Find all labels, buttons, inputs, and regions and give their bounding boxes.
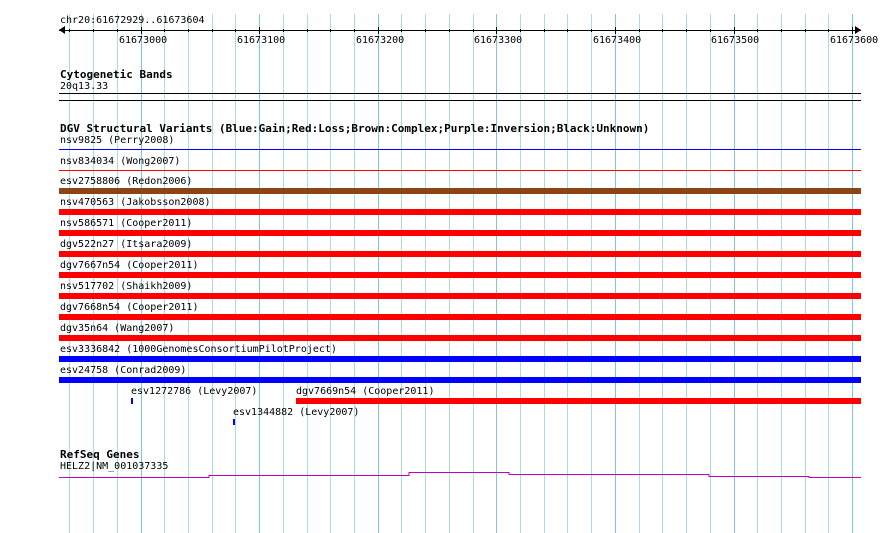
variant-label[interactable]: nsv517702 (Shaikh2009) [60,281,192,293]
ruler-minor-tick [354,29,355,32]
scroll-left-arrow-icon[interactable] [59,26,65,34]
ruler-minor-tick [69,29,70,32]
ruler-major-tick [259,27,260,34]
ruler-minor-tick [93,29,94,32]
variant-bar[interactable] [59,272,861,278]
ruler-tick-label: 61673600 [830,35,878,46]
ruler-range-label: chr20:61672929..61673604 [60,15,205,26]
variant-label[interactable]: nsv586571 (Cooper2011) [60,218,192,230]
variant-label[interactable]: dgv522n27 (Itsara2009) [60,239,192,251]
variant-bar[interactable] [59,230,861,236]
ruler-minor-tick [828,29,829,32]
variant-label[interactable]: esv3336842 (1000GenomesConsortiumPilotPr… [60,344,337,356]
ruler-tick-label: 61673400 [593,35,642,46]
variant-label[interactable]: nsv834034 (Wong2007) [60,156,180,168]
ruler-minor-tick [212,29,213,32]
variant-bar[interactable] [59,209,861,215]
variant-label[interactable]: dgv7668n54 (Cooper2011) [60,302,198,314]
variant-label[interactable]: dgv7669n54 (Cooper2011) [296,386,434,398]
variant-bar[interactable] [59,356,861,362]
ruler-minor-tick [473,29,474,32]
track-title-dgv[interactable]: DGV Structural Variants (Blue:Gain;Red:L… [60,122,649,135]
variant-bar[interactable] [233,419,235,425]
ruler-minor-tick [639,29,640,32]
cytoband-label: 20q13.33 [60,81,109,92]
ruler-minor-tick [805,29,806,32]
ruler-minor-tick [188,29,189,32]
ruler-minor-tick [591,29,592,32]
variant-label[interactable]: esv24758 (Conrad2009) [60,365,186,377]
variant-bar[interactable] [296,398,861,404]
variant-label[interactable]: dgv7667n54 (Cooper2011) [60,260,198,272]
variant-bar[interactable] [59,377,861,383]
ruler-minor-tick [283,29,284,32]
ruler-tick-label: 61673200 [356,35,405,46]
variant-bar[interactable] [59,293,861,299]
ruler-tick-label: 61673500 [711,35,760,46]
cytoband-line [59,100,861,101]
ruler-minor-tick [401,29,402,32]
ruler-tick-label: 61673300 [474,35,523,46]
variant-label[interactable]: nsv470563 (Jakobsson2008) [60,197,211,209]
variant-label[interactable]: esv1272786 (Levy2007) [131,386,257,398]
variant-bar[interactable] [59,314,861,320]
track-title-cytobands[interactable]: Cytogenetic Bands [60,68,173,81]
ruler-axis [59,30,861,31]
ruler-tick-label: 61673000 [119,35,168,46]
variant-label[interactable]: esv1344882 (Levy2007) [233,407,359,419]
ruler-minor-tick [425,29,426,32]
gene-model[interactable] [59,468,862,482]
variant-bar[interactable] [59,251,861,257]
variant-label[interactable]: esv2758806 (Redon2006) [60,176,192,188]
ruler-minor-tick [567,29,568,32]
variant-bar[interactable] [59,335,861,341]
variant-label[interactable]: dgv35n64 (Wang2007) [60,323,174,335]
ruler-minor-tick [164,29,165,32]
ruler-minor-tick [662,29,663,32]
ruler-minor-tick [449,29,450,32]
ruler-major-tick [378,27,379,34]
variant-label[interactable]: nsv9825 (Perry2008) [60,135,174,147]
variant-bar[interactable] [59,170,861,171]
ruler-minor-tick [330,29,331,32]
variant-bar[interactable] [59,149,861,150]
ruler-minor-tick [757,29,758,32]
ruler-major-tick [496,27,497,34]
ruler-minor-tick [520,29,521,32]
variant-bar[interactable] [59,188,861,194]
ruler-major-tick [141,27,142,34]
ruler-major-tick [734,27,735,34]
ruler-tick-label: 61673100 [237,35,286,46]
ruler-minor-tick [710,29,711,32]
ruler-minor-tick [781,29,782,32]
ruler-major-tick [615,27,616,34]
ruler-minor-tick [544,29,545,32]
gene-transcript-line [59,472,861,478]
scroll-right-arrow-icon[interactable] [855,26,861,34]
ruler-minor-tick [686,29,687,32]
ruler-major-tick [852,27,853,34]
cytoband-line [59,93,861,94]
ruler-minor-tick [307,29,308,32]
ruler-minor-tick [235,29,236,32]
variant-bar[interactable] [131,398,133,404]
ruler-minor-tick [117,29,118,32]
track-title-refseq[interactable]: RefSeq Genes [60,448,139,461]
